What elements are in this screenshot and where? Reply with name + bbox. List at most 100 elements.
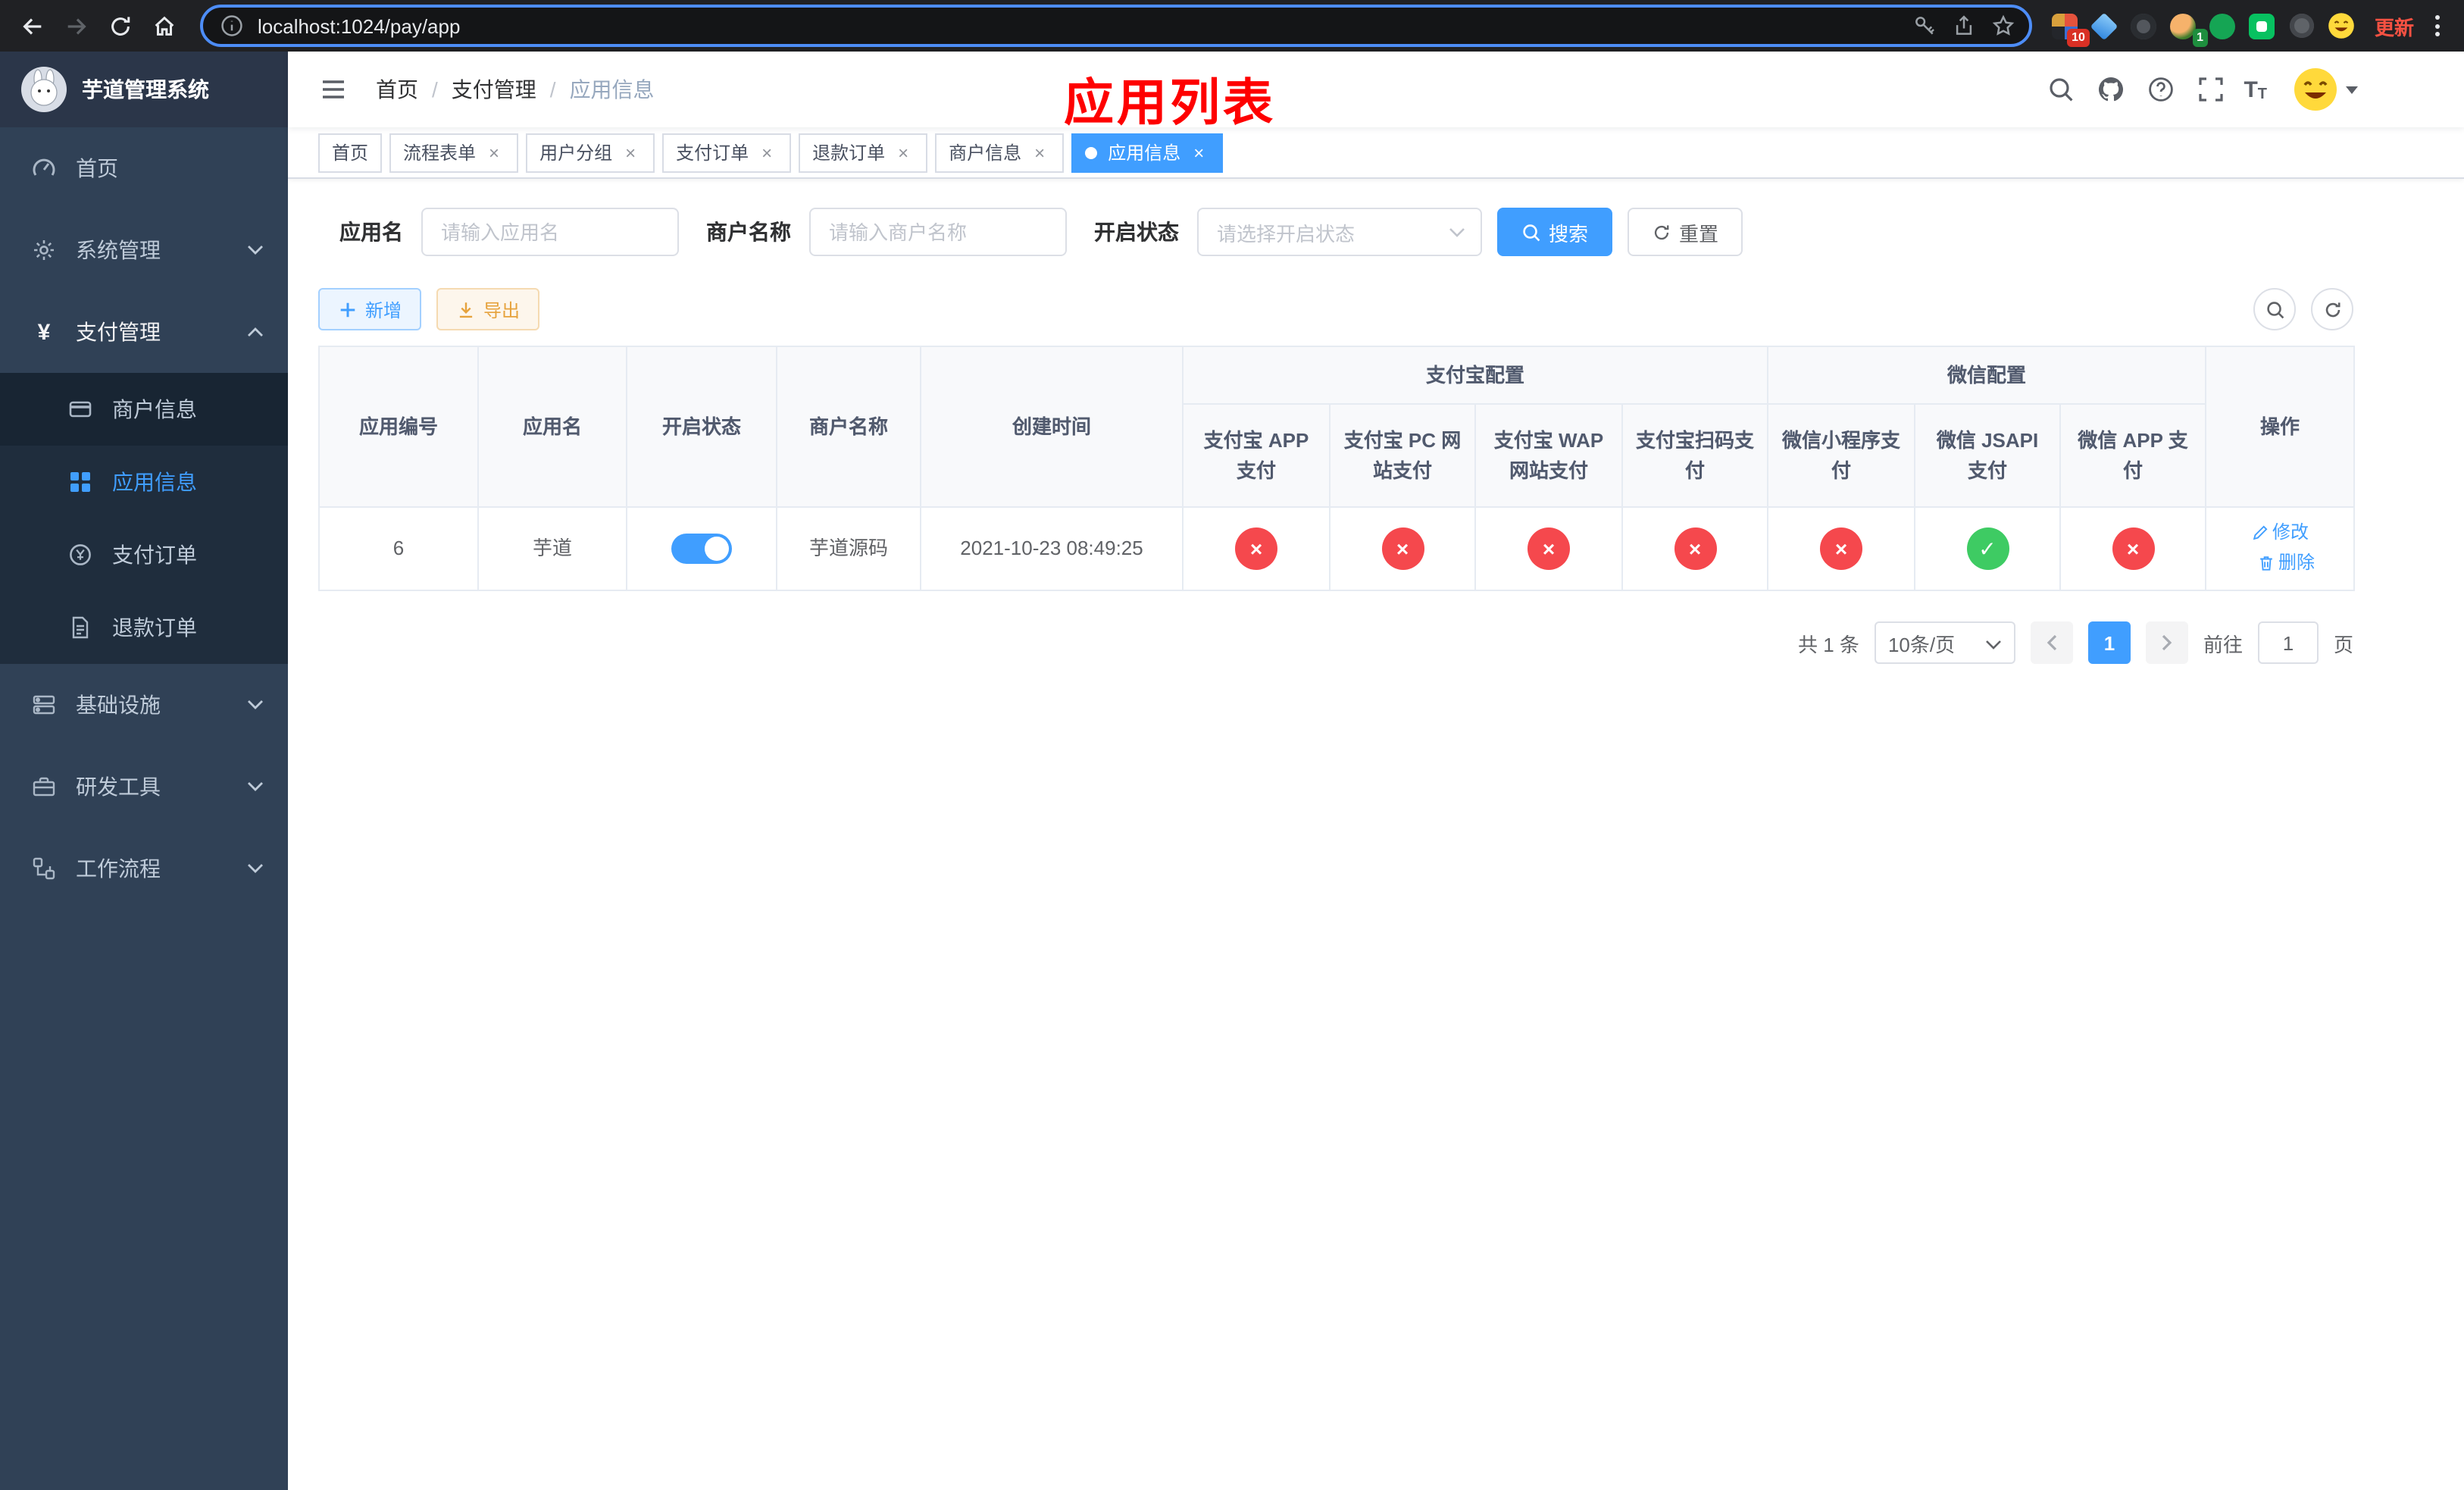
status-select[interactable]: 请选择开启状态 <box>1197 208 1482 256</box>
browser-menu-icon[interactable] <box>2429 9 2452 42</box>
sidebar-item-label: 首页 <box>76 156 118 180</box>
breadcrumb-separator: / <box>432 77 438 102</box>
toggle-search-button[interactable] <box>2253 288 2296 330</box>
merchant-name-input[interactable] <box>809 208 1067 256</box>
reset-button[interactable]: 重置 <box>1628 208 1743 256</box>
sidebar-item-label: 系统管理 <box>76 238 161 262</box>
sidebar-item-app-info[interactable]: 应用信息 <box>0 446 288 518</box>
tab-user-group[interactable]: 用户分组 × <box>526 133 655 172</box>
share-icon[interactable] <box>1950 12 1978 39</box>
chevron-left-icon <box>2047 634 2057 651</box>
tab-process-form[interactable]: 流程表单 × <box>389 133 519 172</box>
page-number-button[interactable]: 1 <box>2087 621 2131 664</box>
home-icon[interactable] <box>144 5 185 46</box>
grid-icon <box>67 468 94 496</box>
col-group-wechat: 微信配置 <box>1767 346 2207 405</box>
alipay-wap-status-icon: × <box>1527 527 1570 570</box>
close-icon[interactable]: × <box>756 142 777 163</box>
reload-icon[interactable] <box>100 5 141 46</box>
logo-avatar <box>21 67 67 112</box>
close-icon[interactable]: × <box>893 142 914 163</box>
next-page-button[interactable] <box>2145 621 2188 664</box>
breadcrumb-current: 应用信息 <box>569 77 655 102</box>
wx-jsapi-status-icon: ✓ <box>1966 527 2009 570</box>
download-icon <box>459 302 473 318</box>
fullscreen-icon[interactable] <box>2190 70 2230 109</box>
server-icon <box>30 691 58 718</box>
col-wx-lite: 微信小程序支付 <box>1767 403 1916 508</box>
delete-link[interactable]: 删除 <box>2257 549 2315 576</box>
tab-app-info[interactable]: 应用信息 × <box>1071 133 1224 172</box>
close-icon[interactable]: × <box>1029 142 1050 163</box>
github-icon[interactable] <box>2090 70 2130 109</box>
url-text[interactable]: localhost:1024/pay/app <box>258 14 1899 37</box>
extension-pin-icon[interactable] <box>2284 8 2320 44</box>
site-info-icon[interactable] <box>218 12 245 39</box>
bookmark-star-icon[interactable] <box>1990 12 2017 39</box>
tab-refund-order[interactable]: 退款订单 × <box>799 133 928 172</box>
status-toggle[interactable] <box>671 534 732 565</box>
gear-icon <box>30 236 58 264</box>
url-bar[interactable]: localhost:1024/pay/app <box>200 5 2032 47</box>
password-key-icon[interactable] <box>1911 12 1938 39</box>
refresh-table-button[interactable] <box>2311 288 2353 330</box>
user-menu[interactable] <box>2293 67 2358 112</box>
font-size-icon[interactable]: TT <box>2240 77 2270 102</box>
sidebar-item-system[interactable]: 系统管理 <box>0 209 288 291</box>
sidebar-item-label: 支付订单 <box>112 543 197 567</box>
help-icon[interactable] <box>2140 70 2180 109</box>
sidebar-item-infrastructure[interactable]: 基础设施 <box>0 664 288 746</box>
pagination: 共 1 条 10条/页 1 前往 页 <box>318 621 2353 664</box>
goto-page-input[interactable] <box>2257 621 2319 664</box>
add-button[interactable]: 新增 <box>318 288 422 330</box>
sidebar-item-workflow[interactable]: 工作流程 <box>0 828 288 909</box>
prev-page-button[interactable] <box>2030 621 2073 664</box>
app-name-input[interactable] <box>421 208 679 256</box>
extension-wechat-devtools-icon[interactable] <box>2244 8 2281 44</box>
profile-emoji-icon[interactable] <box>2323 8 2359 44</box>
document-icon <box>67 614 94 641</box>
total-count: 共 1 条 <box>1798 633 1859 656</box>
breadcrumb-home[interactable]: 首页 <box>376 74 418 105</box>
collapse-sidebar-icon[interactable] <box>309 65 358 114</box>
extension-grid-icon[interactable]: 10 <box>2047 8 2090 47</box>
close-icon[interactable]: × <box>620 142 641 163</box>
app-logo[interactable]: 芋道管理系统 <box>0 52 288 127</box>
tab-home[interactable]: 首页 <box>318 133 383 172</box>
page-content: 应用名 商户名称 开启状态 请选择开启状态 搜索 <box>288 179 2464 1490</box>
extension-dark-circle-icon[interactable] <box>2126 8 2162 44</box>
wx-app-status-icon: × <box>2112 527 2155 570</box>
extension-diamond-icon[interactable] <box>2087 8 2123 44</box>
search-icon[interactable] <box>2040 70 2080 109</box>
cell-app-id: 6 <box>318 506 479 591</box>
back-icon[interactable] <box>12 5 53 46</box>
tab-pay-order[interactable]: 支付订单 × <box>662 133 792 172</box>
sidebar-item-label: 商户信息 <box>112 397 197 421</box>
sidebar-item-merchant-info[interactable]: 商户信息 <box>0 373 288 446</box>
search-button[interactable]: 搜索 <box>1497 208 1613 256</box>
status-label: 开启状态 <box>1094 220 1179 244</box>
sidebar-item-devtools[interactable]: 研发工具 <box>0 746 288 828</box>
export-button[interactable]: 导出 <box>436 288 540 330</box>
search-icon <box>1523 224 1540 241</box>
search-form: 应用名 商户名称 开启状态 请选择开启状态 搜索 <box>318 208 2353 256</box>
chevron-right-icon <box>2162 634 2172 651</box>
close-icon[interactable]: × <box>483 142 505 163</box>
sidebar-item-refund-order[interactable]: 退款订单 <box>0 591 288 664</box>
close-icon[interactable]: × <box>1188 142 1209 163</box>
workflow-icon <box>30 855 58 882</box>
tab-merchant-info[interactable]: 商户信息 × <box>935 133 1065 172</box>
extension-green-circle-icon[interactable] <box>2205 8 2241 44</box>
col-wx-jsapi: 微信 JSAPI 支付 <box>1914 403 2062 508</box>
page-size-select[interactable]: 10条/页 <box>1874 621 2015 664</box>
chrome-update-button[interactable]: 更新 <box>2362 11 2426 40</box>
cell-app-name: 芋道 <box>477 506 627 591</box>
edit-link[interactable]: 修改 <box>2251 518 2309 546</box>
breadcrumb-payment[interactable]: 支付管理 <box>452 74 536 105</box>
col-actions: 操作 <box>2205 346 2356 508</box>
sidebar-item-home[interactable]: 首页 <box>0 127 288 209</box>
sidebar-item-pay-order[interactable]: 支付订单 <box>0 518 288 591</box>
alipay-pc-status-icon: × <box>1381 527 1424 570</box>
sidebar-item-payment[interactable]: ¥ 支付管理 <box>0 291 288 373</box>
extension-avatar-icon[interactable]: 1 <box>2165 8 2208 47</box>
